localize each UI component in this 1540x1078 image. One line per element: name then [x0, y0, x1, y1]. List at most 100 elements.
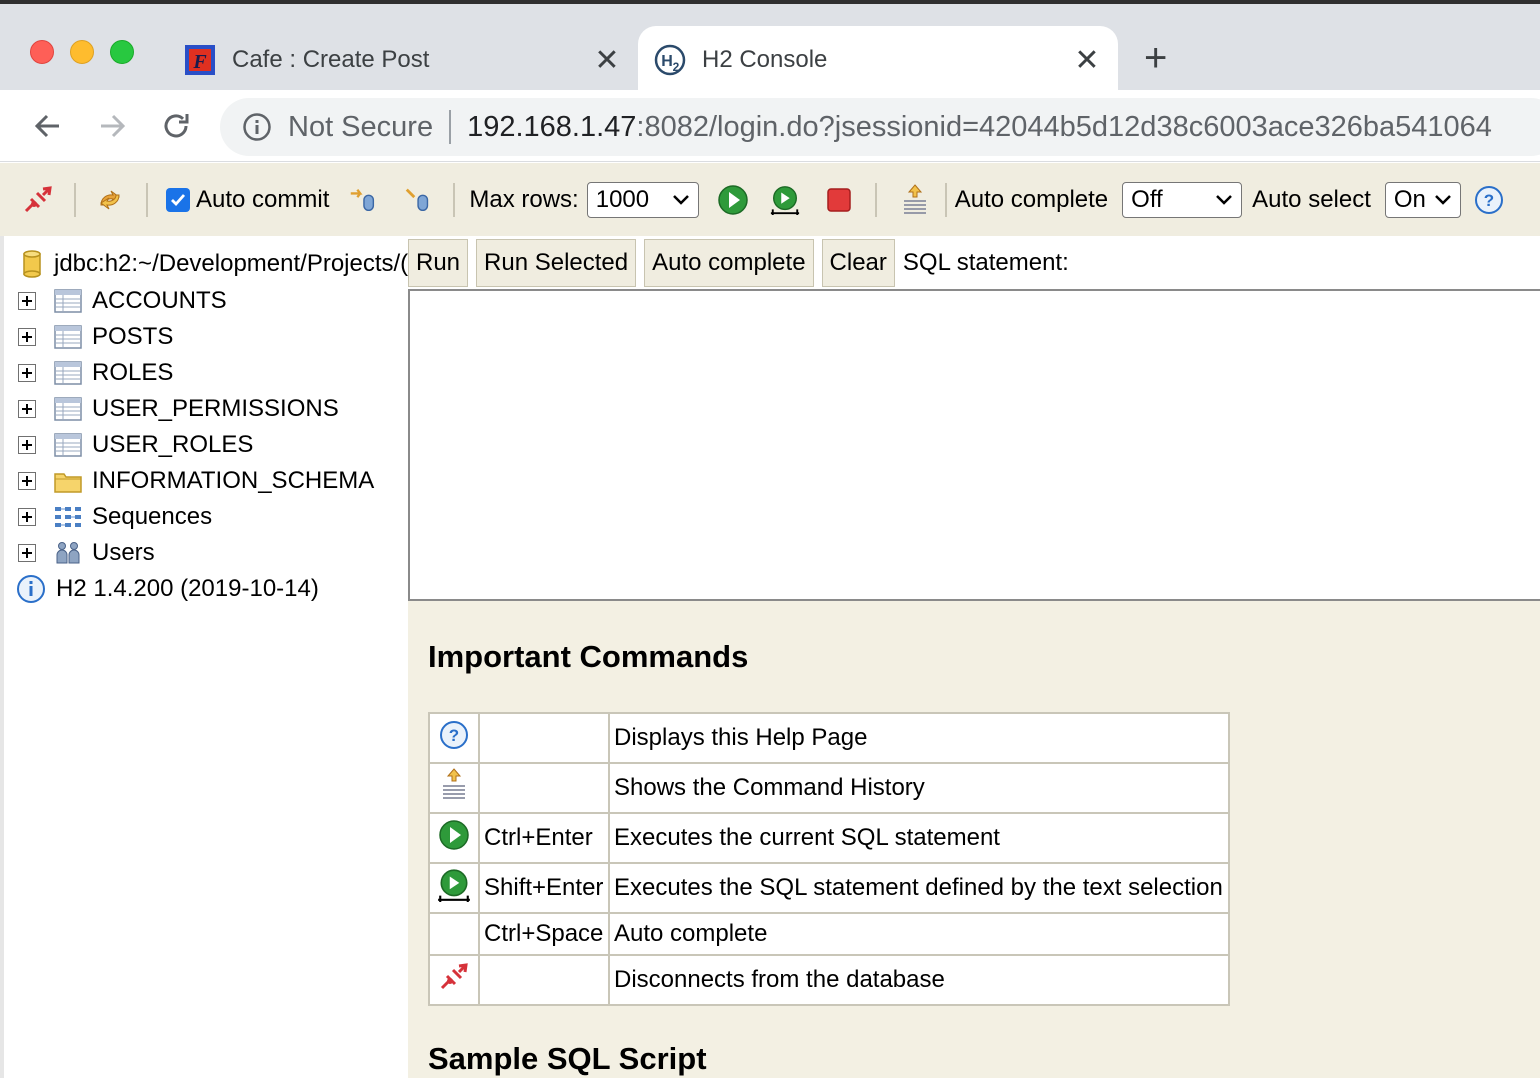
command-desc: Auto complete — [608, 912, 1230, 956]
svg-text:?: ? — [1484, 191, 1494, 210]
command-key: Ctrl+Enter — [478, 812, 610, 864]
address-divider — [449, 110, 452, 144]
cafe-favicon: F — [185, 45, 215, 75]
table-row: Disconnects from the database — [428, 954, 1230, 1006]
table-icon — [54, 361, 82, 385]
command-key: Shift+Enter — [478, 862, 610, 914]
auto-commit-checkbox[interactable] — [166, 187, 190, 212]
svg-text:F: F — [192, 51, 207, 73]
max-rows-label: Max rows: — [469, 185, 579, 213]
svg-text:H: H — [661, 53, 673, 70]
tree-connection[interactable]: jdbc:h2:~/Development/Projects/( — [4, 246, 408, 282]
commit-icon[interactable] — [403, 184, 435, 216]
run-icon — [439, 819, 469, 850]
h2-toolbar: Auto commit Max rows: 1000 Auto complete… — [0, 163, 1540, 236]
history-icon[interactable] — [899, 183, 931, 216]
auto-complete-value: Off — [1131, 185, 1163, 213]
users-icon — [56, 542, 80, 564]
auto-commit-label: Auto commit — [196, 185, 330, 213]
disconnect-icon[interactable] — [22, 184, 54, 216]
run-button[interactable]: Run — [408, 239, 469, 287]
history-icon — [443, 767, 465, 799]
close-tab-icon[interactable]: ✕ — [1072, 43, 1102, 78]
toolbar-divider — [453, 182, 456, 217]
close-tab-icon[interactable]: ✕ — [592, 43, 622, 78]
forward-arrow-icon[interactable] — [92, 106, 132, 146]
command-desc: Executes the current SQL statement — [608, 812, 1230, 864]
command-key: Ctrl+Space — [478, 912, 610, 956]
clear-button[interactable]: Clear — [821, 239, 895, 287]
tab-title: Cafe : Create Post — [232, 46, 430, 73]
expand-plus-icon[interactable] — [18, 400, 36, 418]
sample-sql-heading: Sample SQL Script — [428, 1041, 707, 1076]
max-rows-select[interactable]: 1000 — [586, 181, 699, 218]
auto-select-select[interactable]: On — [1384, 181, 1461, 218]
address-bar[interactable]: Not Secure 192.168.1.47:8082/login.do?js… — [220, 98, 1540, 156]
tree-item-label: USER_ROLES — [92, 431, 254, 458]
table-icon — [54, 433, 82, 457]
command-key — [478, 712, 610, 764]
table-row: Ctrl+Enter Executes the current SQL stat… — [428, 812, 1230, 864]
browser-toolbar: Not Secure 192.168.1.47:8082/login.do?js… — [0, 90, 1540, 162]
tree-item-accounts[interactable]: ACCOUNTS — [4, 283, 227, 319]
expand-plus-icon[interactable] — [18, 364, 36, 382]
run-selected-icon[interactable] — [769, 184, 801, 216]
help-icon: ? — [440, 720, 468, 749]
tree-item-user-roles[interactable]: USER_ROLES — [4, 427, 253, 463]
expand-plus-icon[interactable] — [18, 508, 36, 526]
auto-complete-label: Auto complete — [954, 185, 1109, 213]
h2-favicon: H 2 — [654, 44, 686, 76]
command-icon-cell — [428, 812, 480, 864]
window-minimize-button[interactable] — [70, 40, 94, 64]
window-close-button[interactable] — [30, 40, 54, 64]
auto-complete-button[interactable]: Auto complete — [644, 239, 814, 287]
command-desc: Executes the SQL statement defined by th… — [608, 862, 1230, 914]
back-arrow-icon[interactable] — [28, 106, 68, 146]
tab-h2-console[interactable]: H 2 H2 Console ✕ — [638, 26, 1118, 94]
expand-plus-icon[interactable] — [18, 472, 36, 490]
folder-icon — [54, 473, 82, 493]
new-tab-plus-icon[interactable]: + — [1144, 38, 1167, 78]
sequences-icon — [55, 507, 81, 527]
expand-plus-icon[interactable] — [18, 436, 36, 454]
svg-text:?: ? — [449, 726, 459, 745]
commands-table: ? Displays this Help Page Shows the Comm… — [428, 712, 1230, 1006]
tree-item-sequences[interactable]: Sequences — [4, 499, 212, 535]
auto-complete-select[interactable]: Off — [1122, 181, 1243, 218]
schema-tree: jdbc:h2:~/Development/Projects/( ACCOUNT… — [0, 236, 408, 1078]
tree-item-user-permissions[interactable]: USER_PERMISSIONS — [4, 391, 339, 427]
help-icon[interactable]: ? — [1473, 184, 1505, 216]
tab-cafe-create-post[interactable]: F Cafe : Create Post ✕ — [168, 26, 638, 94]
expand-plus-icon[interactable] — [18, 328, 36, 346]
tree-item-label: Users — [92, 539, 155, 566]
command-icon-cell: ? — [428, 712, 480, 764]
svg-text:2: 2 — [673, 60, 680, 74]
security-label: Not Secure — [288, 110, 434, 143]
chevron-down-icon — [1435, 194, 1451, 205]
rollback-icon[interactable] — [347, 184, 379, 216]
table-row: Shift+Enter Executes the SQL statement d… — [428, 862, 1230, 914]
window-zoom-button[interactable] — [110, 40, 134, 64]
tree-item-roles[interactable]: ROLES — [4, 355, 173, 391]
reload-icon[interactable] — [156, 106, 196, 146]
sql-editor[interactable] — [408, 289, 1540, 601]
tree-item-label: Sequences — [92, 503, 213, 530]
command-key — [478, 762, 610, 814]
url-host: 192.168.1.47 — [467, 110, 637, 143]
tree-item-posts[interactable]: POSTS — [4, 319, 173, 355]
sql-statement-label: SQL statement: — [902, 249, 1069, 276]
cancel-icon[interactable] — [823, 184, 855, 216]
command-desc: Displays this Help Page — [608, 712, 1230, 764]
run-selected-button[interactable]: Run Selected — [476, 239, 637, 287]
max-rows-value: 1000 — [595, 185, 650, 213]
info-icon[interactable] — [242, 112, 272, 142]
run-icon[interactable] — [717, 184, 749, 216]
tree-item-users[interactable]: Users — [4, 535, 155, 571]
expand-plus-icon[interactable] — [18, 544, 36, 562]
refresh-icon[interactable] — [94, 184, 126, 216]
query-bar: Run Run Selected Auto complete Clear SQL… — [408, 236, 1540, 290]
expand-plus-icon[interactable] — [18, 292, 36, 310]
tree-item-information-schema[interactable]: INFORMATION_SCHEMA — [4, 463, 374, 499]
table-row: ? Displays this Help Page — [428, 712, 1230, 764]
auto-select-value: On — [1393, 185, 1426, 213]
